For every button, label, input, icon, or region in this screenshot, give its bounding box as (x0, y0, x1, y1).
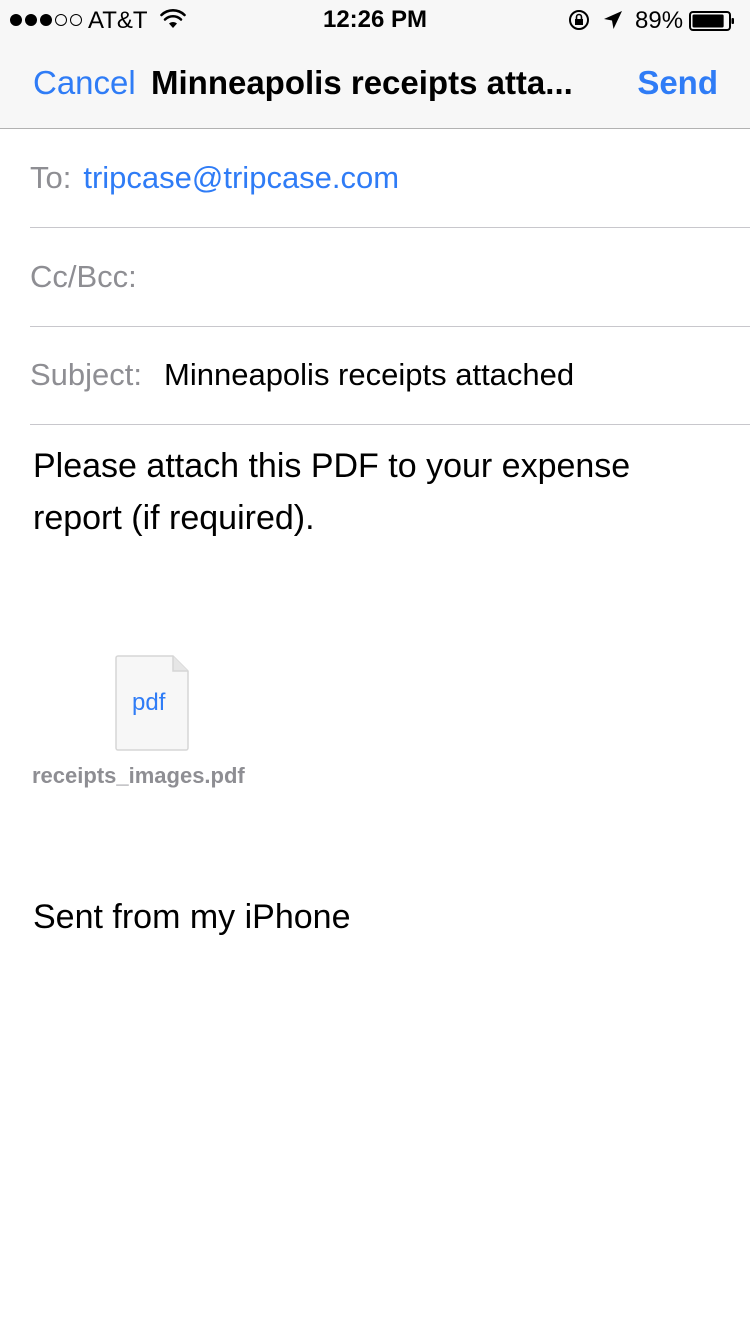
navigation-bar: Cancel Minneapolis receipts atta... Send (0, 40, 750, 128)
top-bar: AT&T 12:26 PM 89% Cancel Minneapolis rec… (0, 0, 750, 129)
subject-input[interactable]: Minneapolis receipts attached (164, 326, 574, 424)
cancel-button[interactable]: Cancel (33, 64, 136, 102)
status-bar: AT&T 12:26 PM 89% (0, 0, 750, 40)
attachment[interactable]: pdf receipts_images.pdf (32, 655, 292, 795)
location-arrow-icon (604, 11, 622, 29)
email-signature[interactable]: Sent from my iPhone (33, 898, 350, 937)
battery-icon (689, 11, 734, 31)
to-label: To: (30, 160, 72, 195)
send-button[interactable]: Send (637, 64, 718, 102)
subject-field[interactable]: Subject: Minneapolis receipts attached (30, 326, 750, 425)
subject-label: Subject: (30, 357, 143, 392)
rotation-lock-icon (569, 10, 589, 30)
battery-percent: 89% (635, 7, 684, 34)
page-title: Minneapolis receipts atta... (151, 64, 573, 101)
mail-compose-screen: AT&T 12:26 PM 89% Cancel Minneapolis rec… (0, 0, 750, 1334)
attachment-type-label: pdf (132, 689, 166, 716)
cc-bcc-label: Cc/Bcc: (30, 259, 137, 294)
to-field[interactable]: To: tripcase@tripcase.com (30, 129, 750, 228)
message-body[interactable]: Please attach this PDF to your expense r… (33, 440, 723, 544)
cc-bcc-field[interactable]: Cc/Bcc: (30, 228, 750, 327)
attachment-filename: receipts_images.pdf (32, 763, 245, 788)
to-recipient[interactable]: tripcase@tripcase.com (83, 129, 399, 227)
